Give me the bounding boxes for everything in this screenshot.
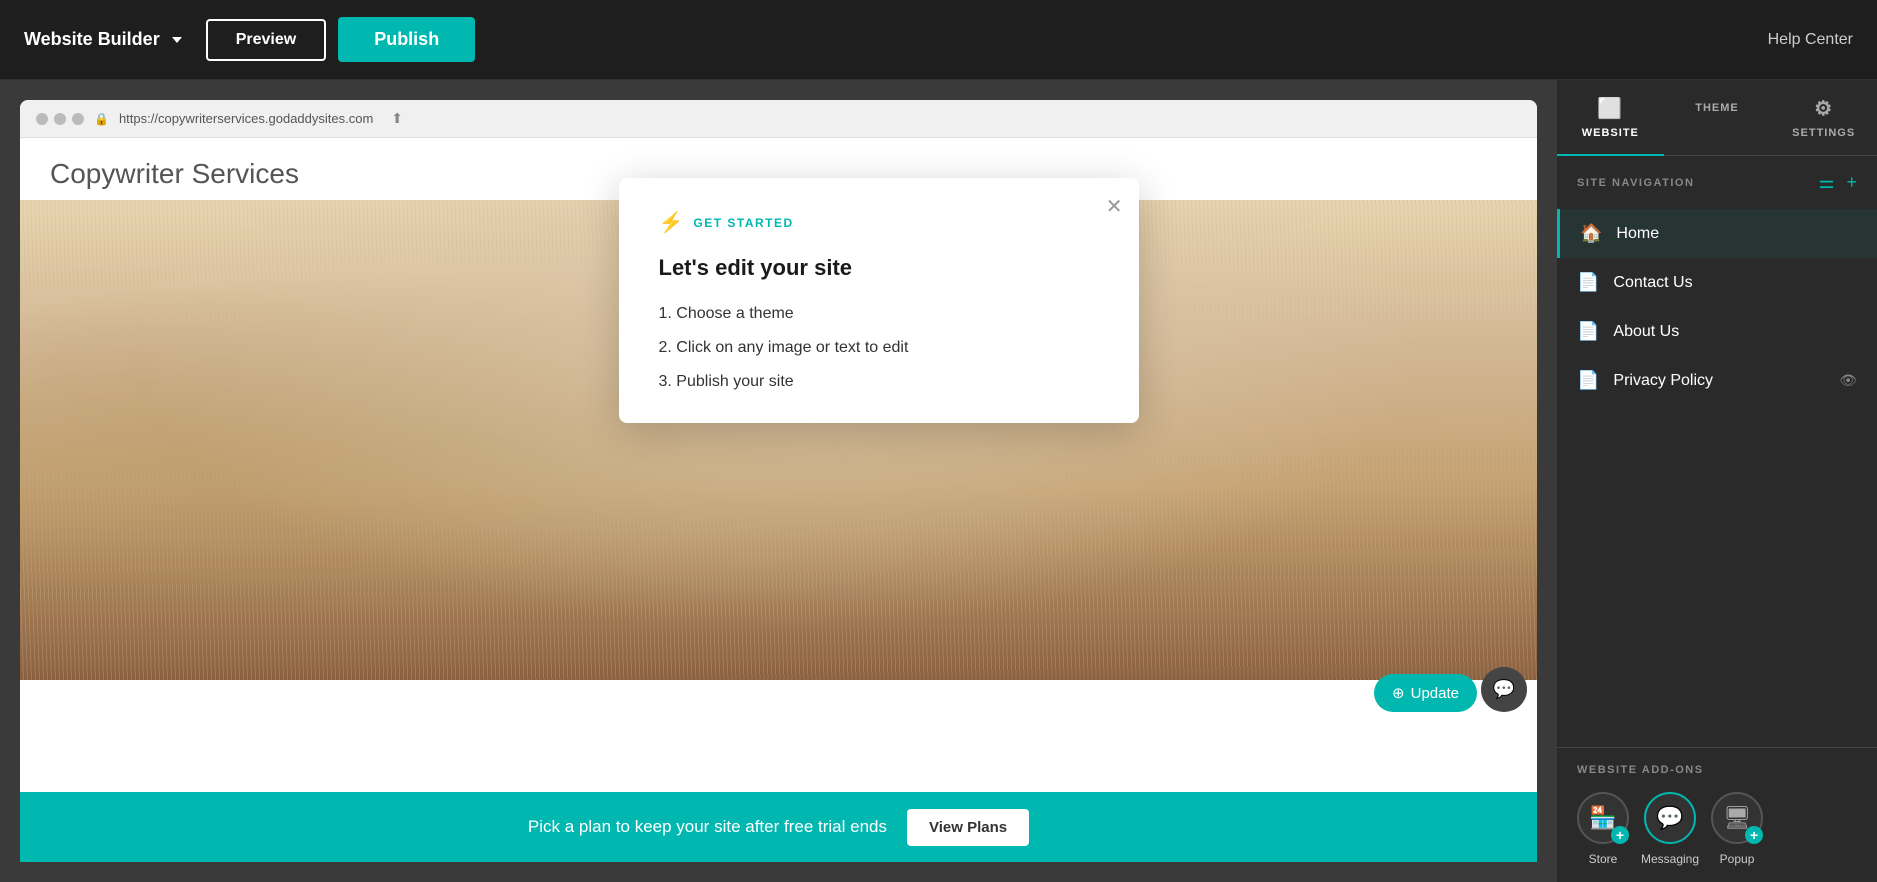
contact-icon: 📄 [1577,272,1599,293]
modal-steps: 1. Choose a theme 2. Click on any image … [659,305,1099,391]
section-nav-title: SITE NAVIGATION [1577,177,1694,189]
popup-label: Popup [1720,852,1755,866]
nav-about-label: About Us [1613,323,1857,341]
right-sidebar: ⬜ WEBSITE THEME ⚙ SETTINGS SITE NAVIGATI… [1557,80,1877,882]
nav-item-privacy[interactable]: 📄 Privacy Policy 👁 [1557,356,1877,405]
banner-text: Pick a plan to keep your site after free… [528,817,887,837]
browser-dots [36,113,84,125]
modal-step-2: 2. Click on any image or text to edit [659,339,1099,357]
messaging-icon-wrap: 💬 [1644,792,1696,844]
hidden-icon: 👁 [1839,372,1857,389]
modal-title: Let's edit your site [659,255,1099,281]
browser-dot-1 [36,113,48,125]
nav-items-list: 🏠 Home 📄 Contact Us 📄 About Us 📄 Privacy… [1557,209,1877,747]
popup-icon: 🖥 [1723,805,1751,831]
view-plans-button[interactable]: View Plans [907,809,1029,846]
popup-plus: + [1745,826,1763,844]
nav-item-home[interactable]: 🏠 Home [1557,209,1877,258]
settings-tab-icon: ⚙ [1814,96,1833,121]
tab-website[interactable]: ⬜ WEBSITE [1557,80,1664,155]
canvas-area: 🔒 https://copywriterservices.godaddysite… [0,80,1557,882]
tab-settings-label: SETTINGS [1792,127,1855,139]
site-content[interactable]: Copywriter Services ✕ ⚡ GET STARTED Let'… [20,138,1537,792]
browser-dot-2 [54,113,66,125]
site-navigation-header: SITE NAVIGATION ⚌ + [1557,156,1877,209]
publish-button[interactable]: Publish [338,17,475,62]
browser-mock: 🔒 https://copywriterservices.godaddysite… [20,100,1537,792]
nav-add-button[interactable]: + [1846,172,1857,193]
tab-settings[interactable]: ⚙ SETTINGS [1770,80,1877,155]
header: Website Builder Preview Publish Help Cen… [0,0,1877,80]
lock-icon: 🔒 [94,112,109,126]
bolt-icon: ⚡ [659,210,684,235]
messaging-icon: 💬 [1656,805,1683,831]
tab-theme[interactable]: THEME [1664,80,1771,155]
sidebar-tabs: ⬜ WEBSITE THEME ⚙ SETTINGS [1557,80,1877,156]
about-icon: 📄 [1577,321,1599,342]
privacy-icon: 📄 [1577,370,1599,391]
browser-dot-3 [72,113,84,125]
addon-popup[interactable]: 🖥 + Popup [1711,792,1763,866]
share-icon: ⬆ [391,110,403,127]
modal-step-3: 3. Publish your site [659,373,1099,391]
website-tab-icon: ⬜ [1597,96,1623,121]
nav-contact-label: Contact Us [1613,274,1857,292]
modal-close-button[interactable]: ✕ [1106,194,1123,219]
nav-privacy-label: Privacy Policy [1613,372,1825,390]
home-icon: 🏠 [1580,223,1602,244]
preview-button[interactable]: Preview [206,19,326,61]
nav-home-label: Home [1616,225,1857,243]
addons-grid: 🏪 + Store 💬 Messaging 🖥 + Po [1577,792,1857,866]
browser-bar: 🔒 https://copywriterservices.godaddysite… [20,100,1537,138]
messaging-label: Messaging [1641,852,1699,866]
addons-section: WEBSITE ADD-ONS 🏪 + Store 💬 Messaging [1557,747,1877,882]
modal-step-1: 1. Choose a theme [659,305,1099,323]
bottom-banner: Pick a plan to keep your site after free… [20,792,1537,862]
addon-messaging[interactable]: 💬 Messaging [1641,792,1699,866]
nav-header-icons: ⚌ + [1818,172,1857,193]
tab-website-label: WEBSITE [1582,127,1639,139]
browser-url: https://copywriterservices.godaddysites.… [119,111,373,126]
store-label: Store [1589,852,1618,866]
main-area: 🔒 https://copywriterservices.godaddysite… [0,80,1877,882]
nav-item-contact[interactable]: 📄 Contact Us [1557,258,1877,307]
addon-store[interactable]: 🏪 + Store [1577,792,1629,866]
modal-overlay: ✕ ⚡ GET STARTED Let's edit your site 1. … [20,138,1537,792]
get-started-modal: ✕ ⚡ GET STARTED Let's edit your site 1. … [619,178,1139,423]
modal-tag: GET STARTED [693,216,793,230]
brand-label: Website Builder [24,29,160,50]
nav-filter-button[interactable]: ⚌ [1818,172,1834,193]
store-plus: + [1611,826,1629,844]
brand-logo[interactable]: Website Builder [24,29,182,50]
tab-theme-label: THEME [1695,102,1739,114]
store-icon-wrap: 🏪 + [1577,792,1629,844]
nav-item-about[interactable]: 📄 About Us [1557,307,1877,356]
popup-icon-wrap: 🖥 + [1711,792,1763,844]
addons-title: WEBSITE ADD-ONS [1577,764,1857,776]
modal-header: ⚡ GET STARTED [659,210,1099,235]
store-icon: 🏪 [1589,805,1616,831]
help-center-link[interactable]: Help Center [1768,31,1853,49]
brand-chevron-icon [172,37,182,43]
